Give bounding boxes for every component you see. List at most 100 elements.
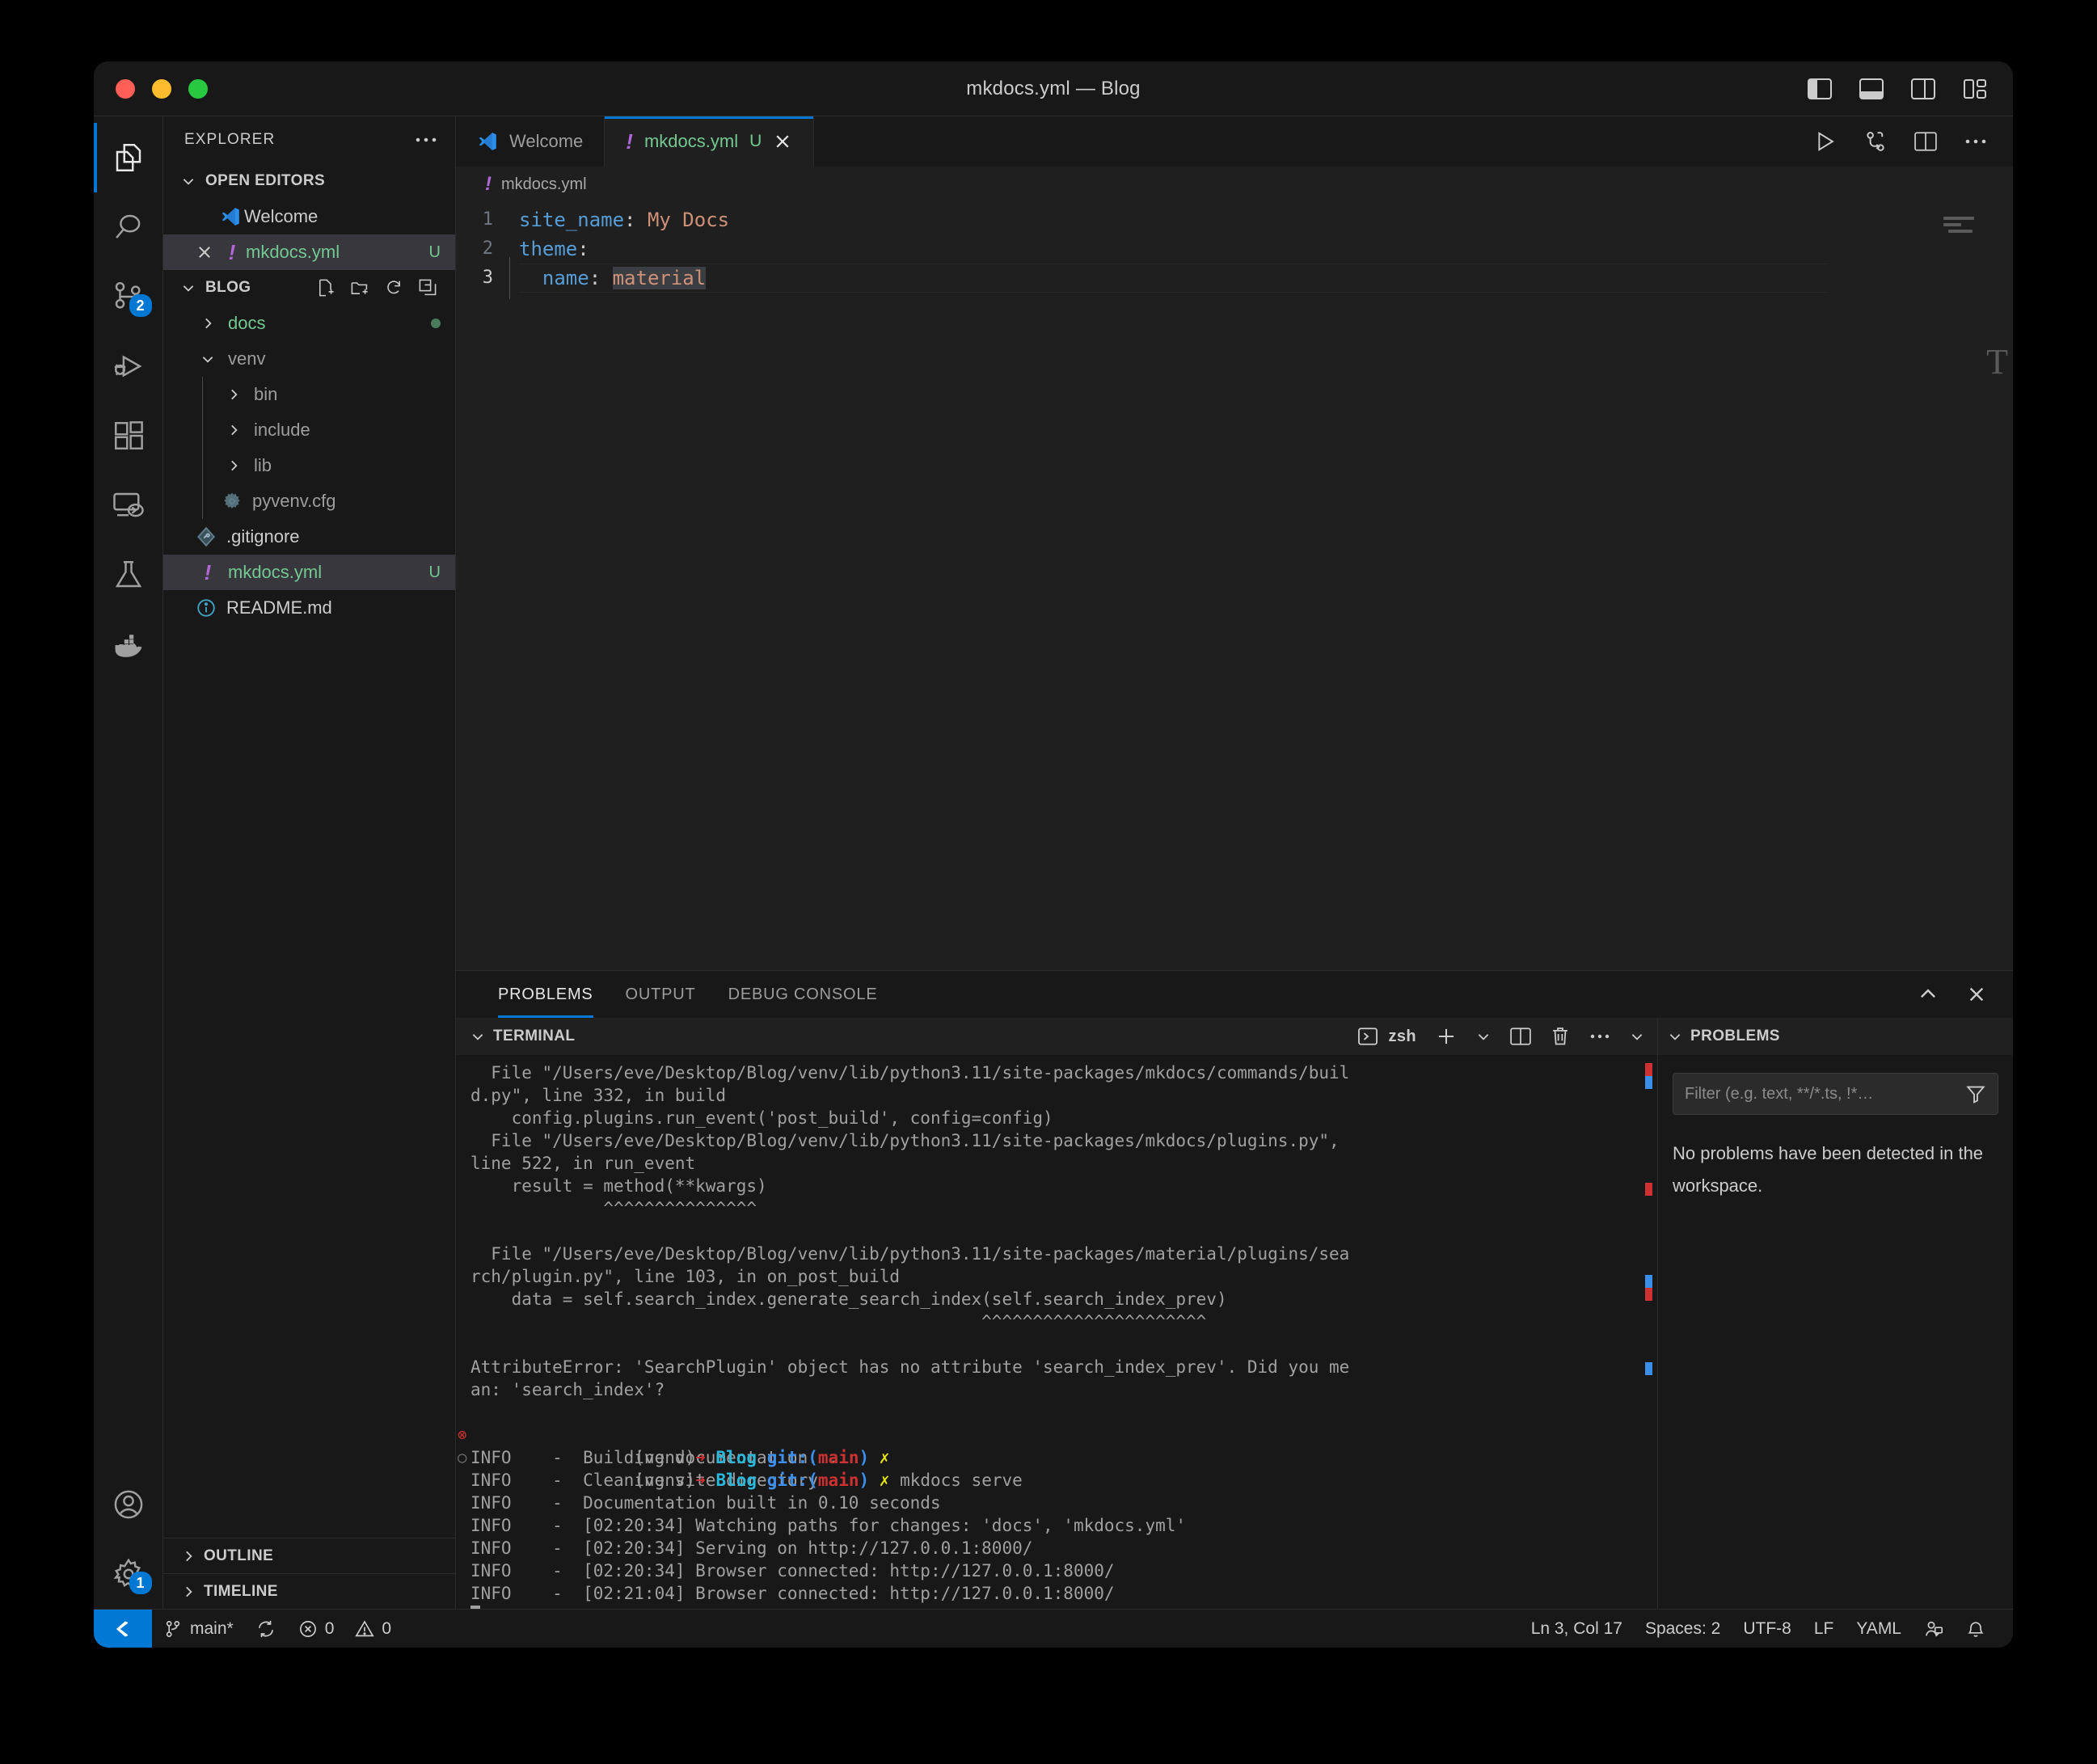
status-cursor-position[interactable]: Ln 3, Col 17 [1520,1610,1634,1648]
run-icon[interactable] [1814,130,1837,153]
activity-item-docker[interactable] [94,610,163,679]
tab-mkdocs-yml[interactable]: ! mkdocs.yml U [605,116,815,167]
tree-item-label: lib [254,455,272,475]
filter-icon[interactable] [1965,1083,1986,1104]
terminal-info-line: INFO - [02:20:34] Serving on http://127.… [470,1538,1033,1558]
status-branch-label: main* [190,1618,234,1638]
terminal-line: line 522, in run_event [470,1154,696,1173]
activity-item-extensions[interactable] [94,401,163,471]
split-editor-icon[interactable] [1914,131,1937,152]
tab-close-icon[interactable] [773,132,792,151]
status-notifications[interactable] [1955,1610,1997,1648]
activity-item-run-and-debug[interactable] [94,331,163,401]
terminal-dropdown-icon[interactable] [1476,1029,1491,1044]
sidebar-more-actions-icon[interactable] [415,137,437,143]
terminal-line: rch/plugin.py", line 103, in on_post_bui… [470,1267,901,1286]
terminal-output[interactable]: File "/Users/eve/Desktop/Blog/venv/lib/p… [456,1055,1657,1609]
close-icon[interactable] [191,243,218,261]
hide-panel-icon[interactable] [1630,1029,1644,1044]
vscode-icon [477,131,498,152]
breadcrumb[interactable]: ! mkdocs.yml [456,167,2013,202]
tree-item-include[interactable]: include [163,412,455,448]
minimap[interactable] [1943,217,1992,236]
activity-item-remote-explorer[interactable] [94,471,163,540]
section-outline[interactable]: OUTLINE [163,1538,455,1573]
panel-tab-output[interactable]: OUTPUT [610,971,712,1018]
token-key: theme [519,238,578,260]
section-open-editors-label: OPEN EDITORS [205,172,326,189]
chevron-down-icon[interactable] [470,1029,485,1044]
open-editor-welcome[interactable]: Welcome [163,199,455,234]
split-terminal-icon[interactable] [1510,1027,1531,1046]
command-pending-icon: ○ [458,1449,467,1466]
more-actions-icon[interactable] [1589,1033,1610,1040]
chevron-down-icon [196,352,220,366]
status-live-share[interactable] [1913,1610,1955,1648]
refresh-icon[interactable] [384,278,403,298]
tree-item-lib[interactable]: lib [163,448,455,483]
token-string-selected: material [612,267,707,289]
chevron-up-icon[interactable] [1918,984,1939,1005]
activity-item-testing[interactable] [94,540,163,610]
status-branch[interactable]: main* [152,1610,245,1648]
section-open-editors[interactable]: OPEN EDITORS [163,163,455,199]
tree-item-bin[interactable]: bin [163,377,455,412]
terminal-line: data = self.search_index.generate_search… [470,1289,1227,1309]
open-editor-mkdocs[interactable]: ! mkdocs.yml U [163,234,455,270]
activity-item-accounts[interactable] [94,1470,163,1539]
explorer-sidebar: EXPLORER OPEN EDITORS Welcome ! mkdocs.y… [163,116,456,1609]
status-language-mode[interactable]: YAML [1845,1610,1913,1648]
vscode-icon [217,206,244,227]
activity-item-manage[interactable]: 1 [94,1539,163,1609]
chevron-down-icon[interactable] [1668,1029,1682,1044]
toggle-primary-sidebar-icon[interactable] [1808,78,1832,99]
terminal-scrollbar[interactable] [1638,1055,1657,1609]
status-sync[interactable] [245,1610,287,1648]
bell-icon [1966,1619,1985,1639]
tree-item-pyvenv-cfg[interactable]: pyvenv.cfg [163,483,455,519]
tree-item-readme-md[interactable]: README.md [163,590,455,626]
tree-item-gitignore[interactable]: .gitignore [163,519,455,555]
split-merge-icon[interactable] [1864,130,1887,153]
prompt-git: git:( [757,1448,818,1467]
status-eol[interactable]: LF [1803,1610,1846,1648]
status-indentation[interactable]: Spaces: 2 [1634,1610,1732,1648]
activity-item-search[interactable] [94,192,163,262]
new-terminal-icon[interactable] [1436,1026,1457,1047]
activity-item-explorer[interactable] [94,123,163,192]
status-problems[interactable]: 0 0 [287,1610,403,1648]
activity-item-source-control[interactable]: 2 [94,262,163,331]
toggle-panel-icon[interactable] [1859,78,1884,99]
section-timeline[interactable]: TIMELINE [163,1573,455,1609]
status-encoding[interactable]: UTF-8 [1732,1610,1803,1648]
problems-filter-input[interactable]: Filter (e.g. text, **/*.ts, !*… [1673,1073,1998,1115]
close-panel-icon[interactable] [1966,984,1987,1005]
new-folder-icon[interactable] [350,278,369,298]
terminal-shell-selector[interactable]: zsh [1357,1026,1416,1047]
tab-label: mkdocs.yml [643,131,739,151]
yaml-icon: ! [626,129,633,154]
tree-item-label: mkdocs.yml [228,562,323,582]
section-workspace[interactable]: BLOG [163,270,455,306]
customize-layout-icon[interactable] [1963,78,1987,99]
overview-error-mark [1645,1063,1652,1076]
panel-actions [1918,971,2013,1018]
tree-item-venv[interactable]: venv [163,341,455,377]
panel-tab-problems[interactable]: PROBLEMS [482,971,610,1018]
panel-tab-debug-console[interactable]: DEBUG CONSOLE [712,971,894,1018]
prompt-branch: main [817,1471,859,1490]
info-file-icon [192,597,220,618]
tree-item-docs[interactable]: docs [163,306,455,341]
kill-terminal-icon[interactable] [1551,1026,1570,1047]
remote-indicator-button[interactable] [94,1609,152,1648]
window-title: mkdocs.yml — Blog [966,77,1141,99]
encoding-label: UTF-8 [1743,1618,1791,1638]
collapse-all-icon[interactable] [418,278,437,298]
toggle-secondary-sidebar-icon[interactable] [1911,78,1935,99]
tab-welcome[interactable]: Welcome [456,116,605,167]
more-actions-icon[interactable] [1964,138,1987,145]
code-editor[interactable]: 1 site_name: My Docs 2 theme: 3 name: ma… [456,202,2013,970]
new-file-icon[interactable] [316,278,335,298]
tree-item-mkdocs-yml[interactable]: ! mkdocs.yml U [163,555,455,590]
